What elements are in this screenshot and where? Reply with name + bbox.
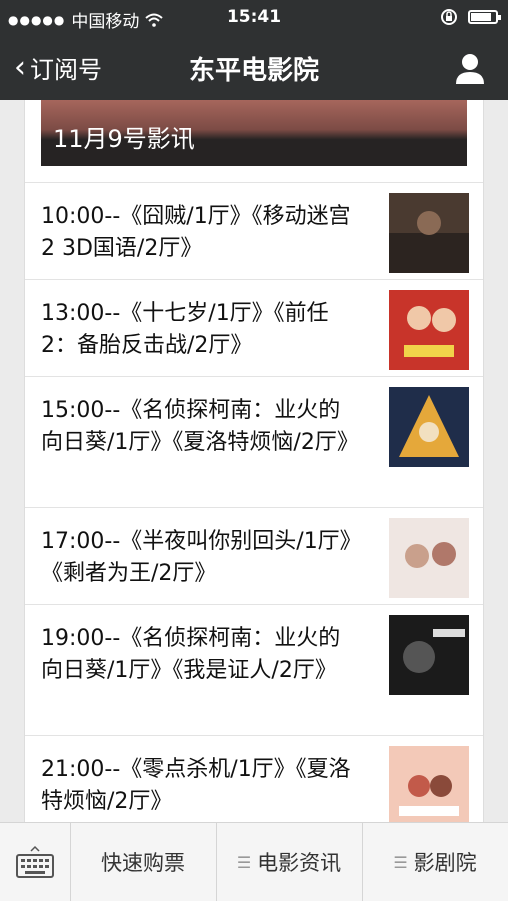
- tab-label: 影剧院: [413, 851, 477, 875]
- nav-bar: ‹ 订阅号 东平电影院: [0, 36, 508, 100]
- movie-poster-thumb: [389, 518, 469, 598]
- schedule-text: 21:00--《零点杀机/1厅》《夏洛特烦恼/2厅》: [41, 757, 351, 814]
- rotation-lock-icon: [441, 9, 457, 25]
- schedule-text: 17:00--《半夜叫你别回头/1厅》《剩者为王/2厅》: [41, 529, 351, 586]
- status-time: 15:41: [226, 7, 282, 27]
- bottom-menu-bar: 快速购票 ☰ 电影资讯 ☰ 影剧院: [0, 822, 508, 901]
- tab-quick-ticket[interactable]: 快速购票: [70, 823, 216, 901]
- user-profile-icon[interactable]: [452, 50, 488, 86]
- tab-divider: [70, 823, 71, 901]
- tab-label: 快速购票: [101, 851, 185, 875]
- tab-divider: [362, 823, 363, 901]
- movie-poster-thumb: [389, 387, 469, 467]
- movie-poster-thumb: [389, 290, 469, 370]
- schedule-row: 21:00--《零点杀机/1厅》《夏洛特烦恼/2厅》: [25, 735, 483, 822]
- tab-movie-news[interactable]: ☰ 电影资讯: [216, 823, 362, 901]
- article-content: 11月9号影讯 10:00--《囧贼/1厅》《移动迷宫2 3D国语/2厅》 13…: [24, 100, 484, 822]
- tab-label: 电影资讯: [257, 851, 342, 875]
- schedule-text: 13:00--《十七岁/1厅》《前任2：备胎反击战/2厅》: [41, 301, 329, 358]
- battery-icon: [468, 10, 501, 24]
- battery-level: [471, 13, 492, 21]
- keyboard-icon: [16, 845, 54, 878]
- schedule-row: 15:00--《名侦探柯南：业火的向日葵/1厅》《夏洛特烦恼/2厅》: [25, 376, 483, 507]
- schedule-text: 10:00--《囧贼/1厅》《移动迷宫2 3D国语/2厅》: [41, 204, 351, 261]
- tab-divider: [216, 823, 217, 901]
- schedule-list: 10:00--《囧贼/1厅》《移动迷宫2 3D国语/2厅》 13:00--《十七…: [25, 182, 483, 822]
- movie-poster-thumb: [389, 615, 469, 695]
- keyboard-toggle-button[interactable]: [0, 823, 70, 901]
- schedule-row: 13:00--《十七岁/1厅》《前任2：备胎反击战/2厅》: [25, 279, 483, 376]
- movie-poster-thumb: [389, 746, 469, 822]
- schedule-text: 19:00--《名侦探柯南：业火的向日葵/1厅》《我是证人/2厅》: [41, 626, 341, 683]
- movie-poster-thumb: [389, 193, 469, 273]
- banner-image: 11月9号影讯: [41, 100, 467, 166]
- page-title: 东平电影院: [188, 56, 319, 86]
- tab-theater[interactable]: ☰ 影剧院: [362, 823, 508, 901]
- menu-lines-icon: ☰: [393, 852, 408, 872]
- menu-lines-icon: ☰: [236, 852, 252, 872]
- schedule-row: 10:00--《囧贼/1厅》《移动迷宫2 3D国语/2厅》: [25, 182, 483, 279]
- status-right: [440, 8, 501, 26]
- banner-label: 11月9号影讯: [53, 125, 195, 153]
- status-bar: ●●●●● 中国移动 15:41: [0, 0, 508, 36]
- schedule-text: 15:00--《名侦探柯南：业火的向日葵/1厅》《夏洛特烦恼/2厅》: [41, 398, 359, 455]
- schedule-row: 17:00--《半夜叫你别回头/1厅》《剩者为王/2厅》: [25, 507, 483, 604]
- schedule-row: 19:00--《名侦探柯南：业火的向日葵/1厅》《我是证人/2厅》: [25, 604, 483, 735]
